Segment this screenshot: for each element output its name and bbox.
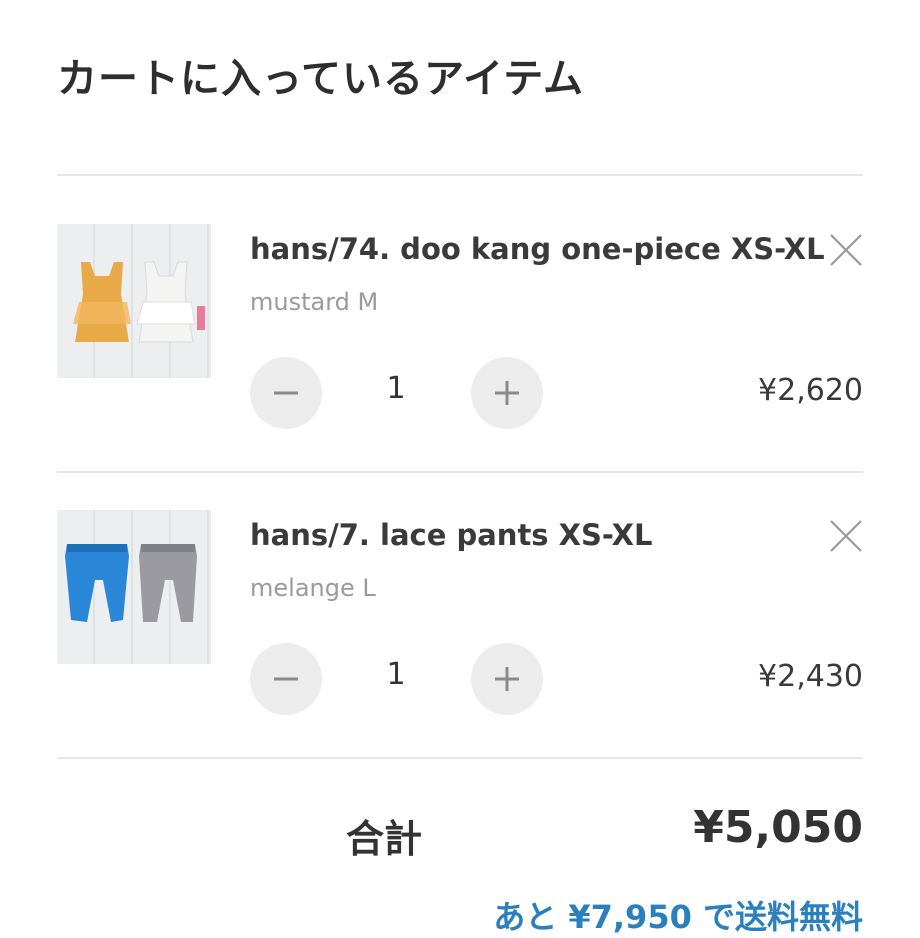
plus-icon xyxy=(495,667,519,691)
cart-item: hans/74. doo kang one-piece XS-XL mustar… xyxy=(0,224,920,474)
quantity-value: 1 xyxy=(386,371,406,406)
product-thumbnail[interactable] xyxy=(57,510,211,664)
remove-item-button[interactable] xyxy=(828,232,864,268)
product-thumbnail[interactable] xyxy=(57,224,211,378)
decrease-quantity-button[interactable] xyxy=(250,357,322,429)
close-icon xyxy=(830,234,862,266)
product-variant: mustard M xyxy=(250,288,379,316)
free-shipping-link[interactable]: あと ¥7,950 で送料無料 xyxy=(493,892,863,938)
close-icon xyxy=(830,520,862,552)
divider xyxy=(57,471,863,473)
page-title: カートに入っているアイテム xyxy=(57,56,584,102)
item-price: ¥2,620 xyxy=(758,373,863,408)
divider xyxy=(57,174,863,176)
cart-item: hans/7. lace pants XS-XL melange L 1 ¥2,… xyxy=(0,510,920,760)
product-variant: melange L xyxy=(250,574,376,602)
total-label: 合計 xyxy=(346,817,423,861)
minus-icon xyxy=(274,391,298,395)
minus-icon xyxy=(274,677,298,681)
total-value: ¥5,050 xyxy=(693,802,863,853)
decrease-quantity-button[interactable] xyxy=(250,643,322,715)
divider xyxy=(57,757,863,759)
increase-quantity-button[interactable] xyxy=(471,643,543,715)
increase-quantity-button[interactable] xyxy=(471,357,543,429)
remove-item-button[interactable] xyxy=(828,518,864,554)
item-price: ¥2,430 xyxy=(758,659,863,694)
product-name[interactable]: hans/7. lace pants XS-XL xyxy=(250,518,652,552)
plus-icon xyxy=(495,381,519,405)
quantity-value: 1 xyxy=(386,657,406,692)
product-name[interactable]: hans/74. doo kang one-piece XS-XL xyxy=(250,232,825,266)
